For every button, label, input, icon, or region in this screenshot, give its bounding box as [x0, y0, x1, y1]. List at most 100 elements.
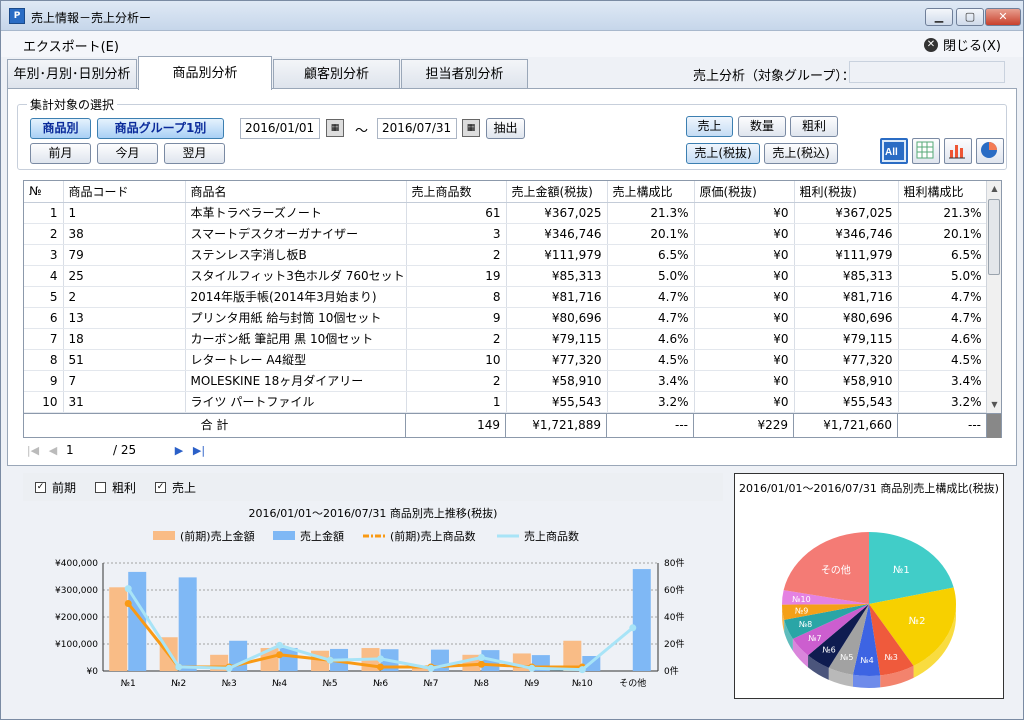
- col-header[interactable]: 粗利構成比: [898, 181, 988, 203]
- calendar-icon[interactable]: ▦: [462, 119, 480, 137]
- tab-customer[interactable]: 顧客別分析: [273, 59, 400, 89]
- close-window-button[interactable]: ✕: [985, 8, 1021, 26]
- table-cell: 6.5%: [898, 244, 988, 266]
- this-month-button[interactable]: 今月: [97, 143, 158, 164]
- col-header[interactable]: 商品コード: [63, 181, 186, 203]
- table-row[interactable]: 1 1 本革トラベラーズノート 61 ¥367,025 21.3% ¥0 ¥367,025 21…: [24, 202, 988, 224]
- table-cell: 9: [24, 370, 64, 392]
- sales-in-tax-toggle[interactable]: 売上(税込): [764, 143, 838, 164]
- sales-toggle[interactable]: 売上: [686, 116, 733, 137]
- table-row[interactable]: 8 51 レタートレー A4縦型 10 ¥77,320 4.5% ¥0 ¥77,320 4.5%: [24, 349, 988, 371]
- by-product-button[interactable]: 商品別: [30, 118, 91, 139]
- tab-staff[interactable]: 担当者別分析: [401, 59, 528, 89]
- table-cell: 4: [24, 265, 64, 287]
- col-header[interactable]: 原価(税抜): [694, 181, 795, 203]
- prev-page-icon[interactable]: ◀: [43, 444, 63, 457]
- next-page-icon[interactable]: ▶: [169, 444, 189, 457]
- table-cell: 4.5%: [607, 349, 695, 371]
- tab-product[interactable]: 商品別分析: [138, 56, 272, 90]
- col-header[interactable]: 売上金額(税抜): [506, 181, 608, 203]
- unchecked-icon: [95, 482, 106, 493]
- quantity-toggle[interactable]: 数量: [738, 116, 786, 137]
- next-month-button[interactable]: 翌月: [164, 143, 225, 164]
- line-point: [477, 654, 485, 661]
- line-point: [225, 664, 233, 672]
- view-all-icon[interactable]: All: [880, 138, 908, 164]
- table-row[interactable]: 4 25 スタイルフィット3色ホルダ 760セット 19 ¥85,313 5.0% ¥0 ¥8…: [24, 265, 988, 287]
- table-cell: 31: [63, 391, 186, 413]
- tab-yearly[interactable]: 年別･月別･日別分析: [7, 59, 137, 89]
- legend-label: (前期)売上金額: [180, 529, 255, 543]
- group-field[interactable]: [849, 61, 1005, 83]
- table-cell: 21.3%: [898, 202, 988, 224]
- page-input[interactable]: 1: [63, 441, 113, 459]
- table-cell: 3.4%: [898, 370, 988, 392]
- calendar-icon[interactable]: ▦: [326, 119, 344, 137]
- gross-toggle[interactable]: 粗利: [790, 116, 838, 137]
- pie-chart-icon[interactable]: [976, 138, 1004, 164]
- maximize-button[interactable]: ▢: [956, 8, 984, 26]
- minimize-button[interactable]: ▁: [925, 8, 953, 26]
- table-cell: ¥367,025: [794, 202, 899, 224]
- table-cell: 2: [406, 370, 507, 392]
- table-cell: 3.4%: [607, 370, 695, 392]
- table-cell: 4.6%: [607, 328, 695, 350]
- table-cell: 4.7%: [898, 286, 988, 308]
- prev-period-checkbox[interactable]: ✓ 前期: [35, 479, 76, 496]
- bar-chart-title: 2016/01/01～2016/07/31 商品別売上推移(税抜): [249, 506, 498, 520]
- col-header[interactable]: 売上構成比: [607, 181, 695, 203]
- line-point: [578, 666, 586, 674]
- prev-month-button[interactable]: 前月: [30, 143, 91, 164]
- col-header[interactable]: 売上商品数: [406, 181, 507, 203]
- table-view-icon[interactable]: [912, 138, 940, 164]
- line-point: [276, 641, 284, 649]
- first-page-icon[interactable]: |◀: [23, 444, 43, 457]
- table-cell: 8: [24, 349, 64, 371]
- table-row[interactable]: 2 38 スマートデスクオーガナイザー 3 ¥346,746 20.1% ¥0 ¥346,74…: [24, 223, 988, 245]
- y-tick-label: ¥100,000: [55, 640, 98, 650]
- date-from-input[interactable]: 2016/01/01: [240, 118, 320, 139]
- table-row[interactable]: 9 7 MOLESKINE 18ヶ月ダイアリー 2 ¥58,910 3.4% ¥0 ¥58,9…: [24, 370, 988, 392]
- table-row[interactable]: 52 2014年版手帳(2014年3月始まり) 8 ¥81,716 4.7% ¥0 ¥81…: [24, 286, 988, 308]
- scroll-down-icon[interactable]: ▼: [987, 397, 1002, 413]
- vertical-scrollbar[interactable]: ▲ ▼: [986, 181, 1001, 413]
- table-cell: 79: [63, 244, 186, 266]
- table-cell: レタートレー A4縦型: [185, 349, 407, 371]
- bar-chart-panel: 2016/01/01～2016/07/31 商品別売上推移(税抜) (前期)売上金…: [23, 501, 723, 701]
- date-to-input[interactable]: 2016/07/31: [377, 118, 457, 139]
- col-header[interactable]: 粗利(税抜): [794, 181, 899, 203]
- menu-close[interactable]: ✕ 閉じる(X): [923, 35, 1001, 54]
- legend-swatch: [153, 531, 175, 540]
- scroll-up-icon[interactable]: ▲: [987, 181, 1002, 197]
- table-cell: 3.2%: [607, 391, 695, 413]
- table-row[interactable]: 3 79 ステンレス字消し板B 2 ¥111,979 6.5% ¥0 ¥111,979 6.5%: [24, 244, 988, 266]
- col-header[interactable]: №: [24, 181, 64, 203]
- sales-ex-tax-toggle[interactable]: 売上(税抜): [686, 143, 760, 164]
- table-row[interactable]: 6 13 プリンタ用紙 給与封筒 10個セット 9 ¥80,696 4.7% ¥0 ¥80,6…: [24, 307, 988, 329]
- scroll-thumb[interactable]: [988, 199, 1000, 275]
- total-row: 合 計 149 ¥1,721,889 --- ¥229 ¥1,721,660 -…: [24, 413, 1001, 438]
- line-point: [377, 663, 384, 671]
- bar-chart-icon[interactable]: [944, 138, 972, 164]
- checked-icon: ✓: [35, 482, 46, 493]
- by-group-button[interactable]: 商品グループ1別: [97, 118, 224, 139]
- table-cell: 19: [406, 265, 507, 287]
- bar: [632, 569, 651, 671]
- col-header[interactable]: 商品名: [185, 181, 407, 203]
- sales-label: 売上: [172, 481, 197, 495]
- table-cell: 20.1%: [898, 223, 988, 245]
- table-row[interactable]: 7 18 カーボン紙 筆記用 黒 10個セット 2 ¥79,115 4.6% ¥0 ¥79,1…: [24, 328, 988, 350]
- gross-checkbox[interactable]: 粗利: [95, 479, 136, 496]
- table-cell: ¥55,543: [794, 391, 899, 413]
- last-page-icon[interactable]: ▶|: [189, 444, 209, 457]
- table-cell: 4.7%: [607, 286, 695, 308]
- menu-export[interactable]: エクスポート(E): [23, 36, 119, 55]
- extract-button[interactable]: 抽出: [486, 118, 525, 139]
- table-cell: 5.0%: [607, 265, 695, 287]
- table-cell: ¥111,979: [794, 244, 899, 266]
- table-cell: 7: [24, 328, 64, 350]
- sales-checkbox[interactable]: ✓ 売上: [155, 479, 196, 496]
- table-row[interactable]: 10 31 ライツ パートファイル 1 ¥55,543 3.2% ¥0 ¥55,543 3.2%: [24, 391, 988, 413]
- table-cell: 18: [63, 328, 186, 350]
- table-cell: 21.3%: [607, 202, 695, 224]
